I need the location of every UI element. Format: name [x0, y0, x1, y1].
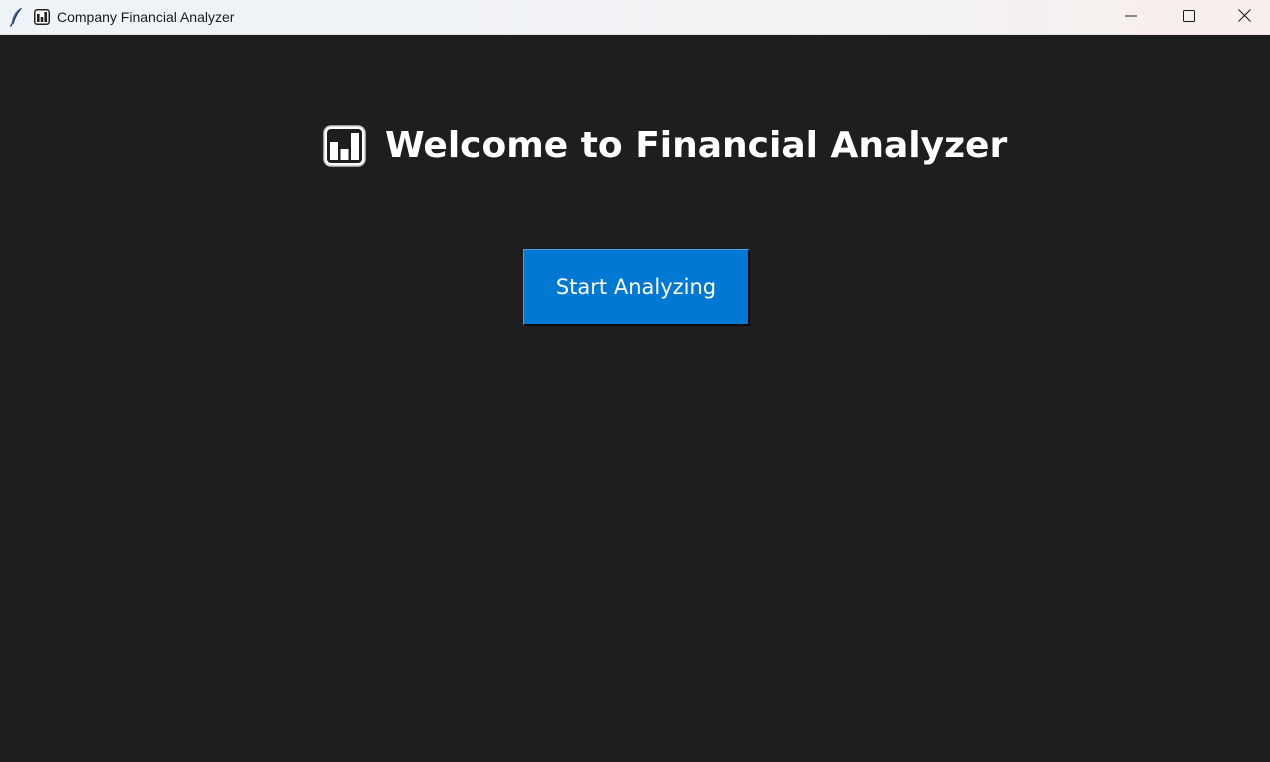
close-icon	[1237, 8, 1251, 27]
start-analyzing-button[interactable]: Start Analyzing	[523, 249, 750, 326]
maximize-button[interactable]	[1160, 0, 1218, 35]
feather-icon	[9, 7, 23, 27]
app-window: Company Financial Analyzer Welcome to Fi…	[0, 0, 1270, 762]
welcome-heading: Welcome to Financial Analyzer	[322, 124, 1007, 168]
minimize-icon	[1125, 9, 1137, 27]
title-bar[interactable]: Company Financial Analyzer	[0, 0, 1270, 35]
page-title: Welcome to Financial Analyzer	[385, 125, 1008, 166]
bar-chart-icon	[34, 9, 50, 25]
close-button[interactable]	[1218, 0, 1270, 35]
window-title: Company Financial Analyzer	[57, 9, 235, 25]
maximize-icon	[1183, 9, 1195, 27]
bar-chart-icon	[322, 124, 367, 168]
minimize-button[interactable]	[1102, 0, 1160, 35]
